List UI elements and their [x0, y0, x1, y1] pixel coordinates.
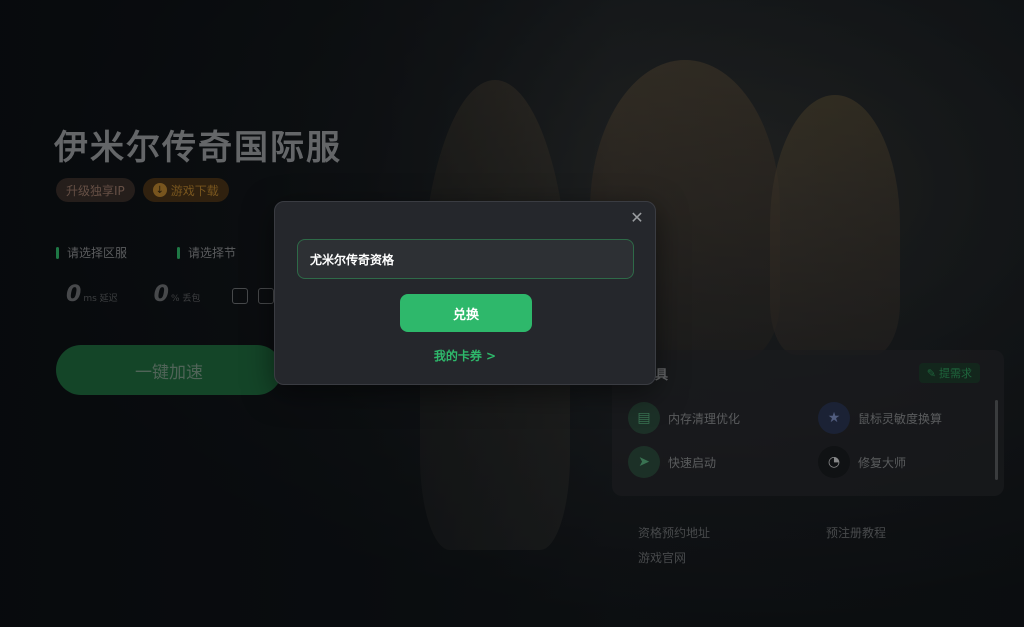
redeem-code-input[interactable]	[297, 239, 634, 279]
redeem-button[interactable]: 兑换	[400, 294, 532, 332]
close-icon[interactable]: ✕	[629, 210, 645, 226]
my-coupons-link[interactable]: 我的卡券 >	[275, 347, 655, 364]
redeem-modal: ✕ 兑换 我的卡券 >	[274, 201, 656, 385]
